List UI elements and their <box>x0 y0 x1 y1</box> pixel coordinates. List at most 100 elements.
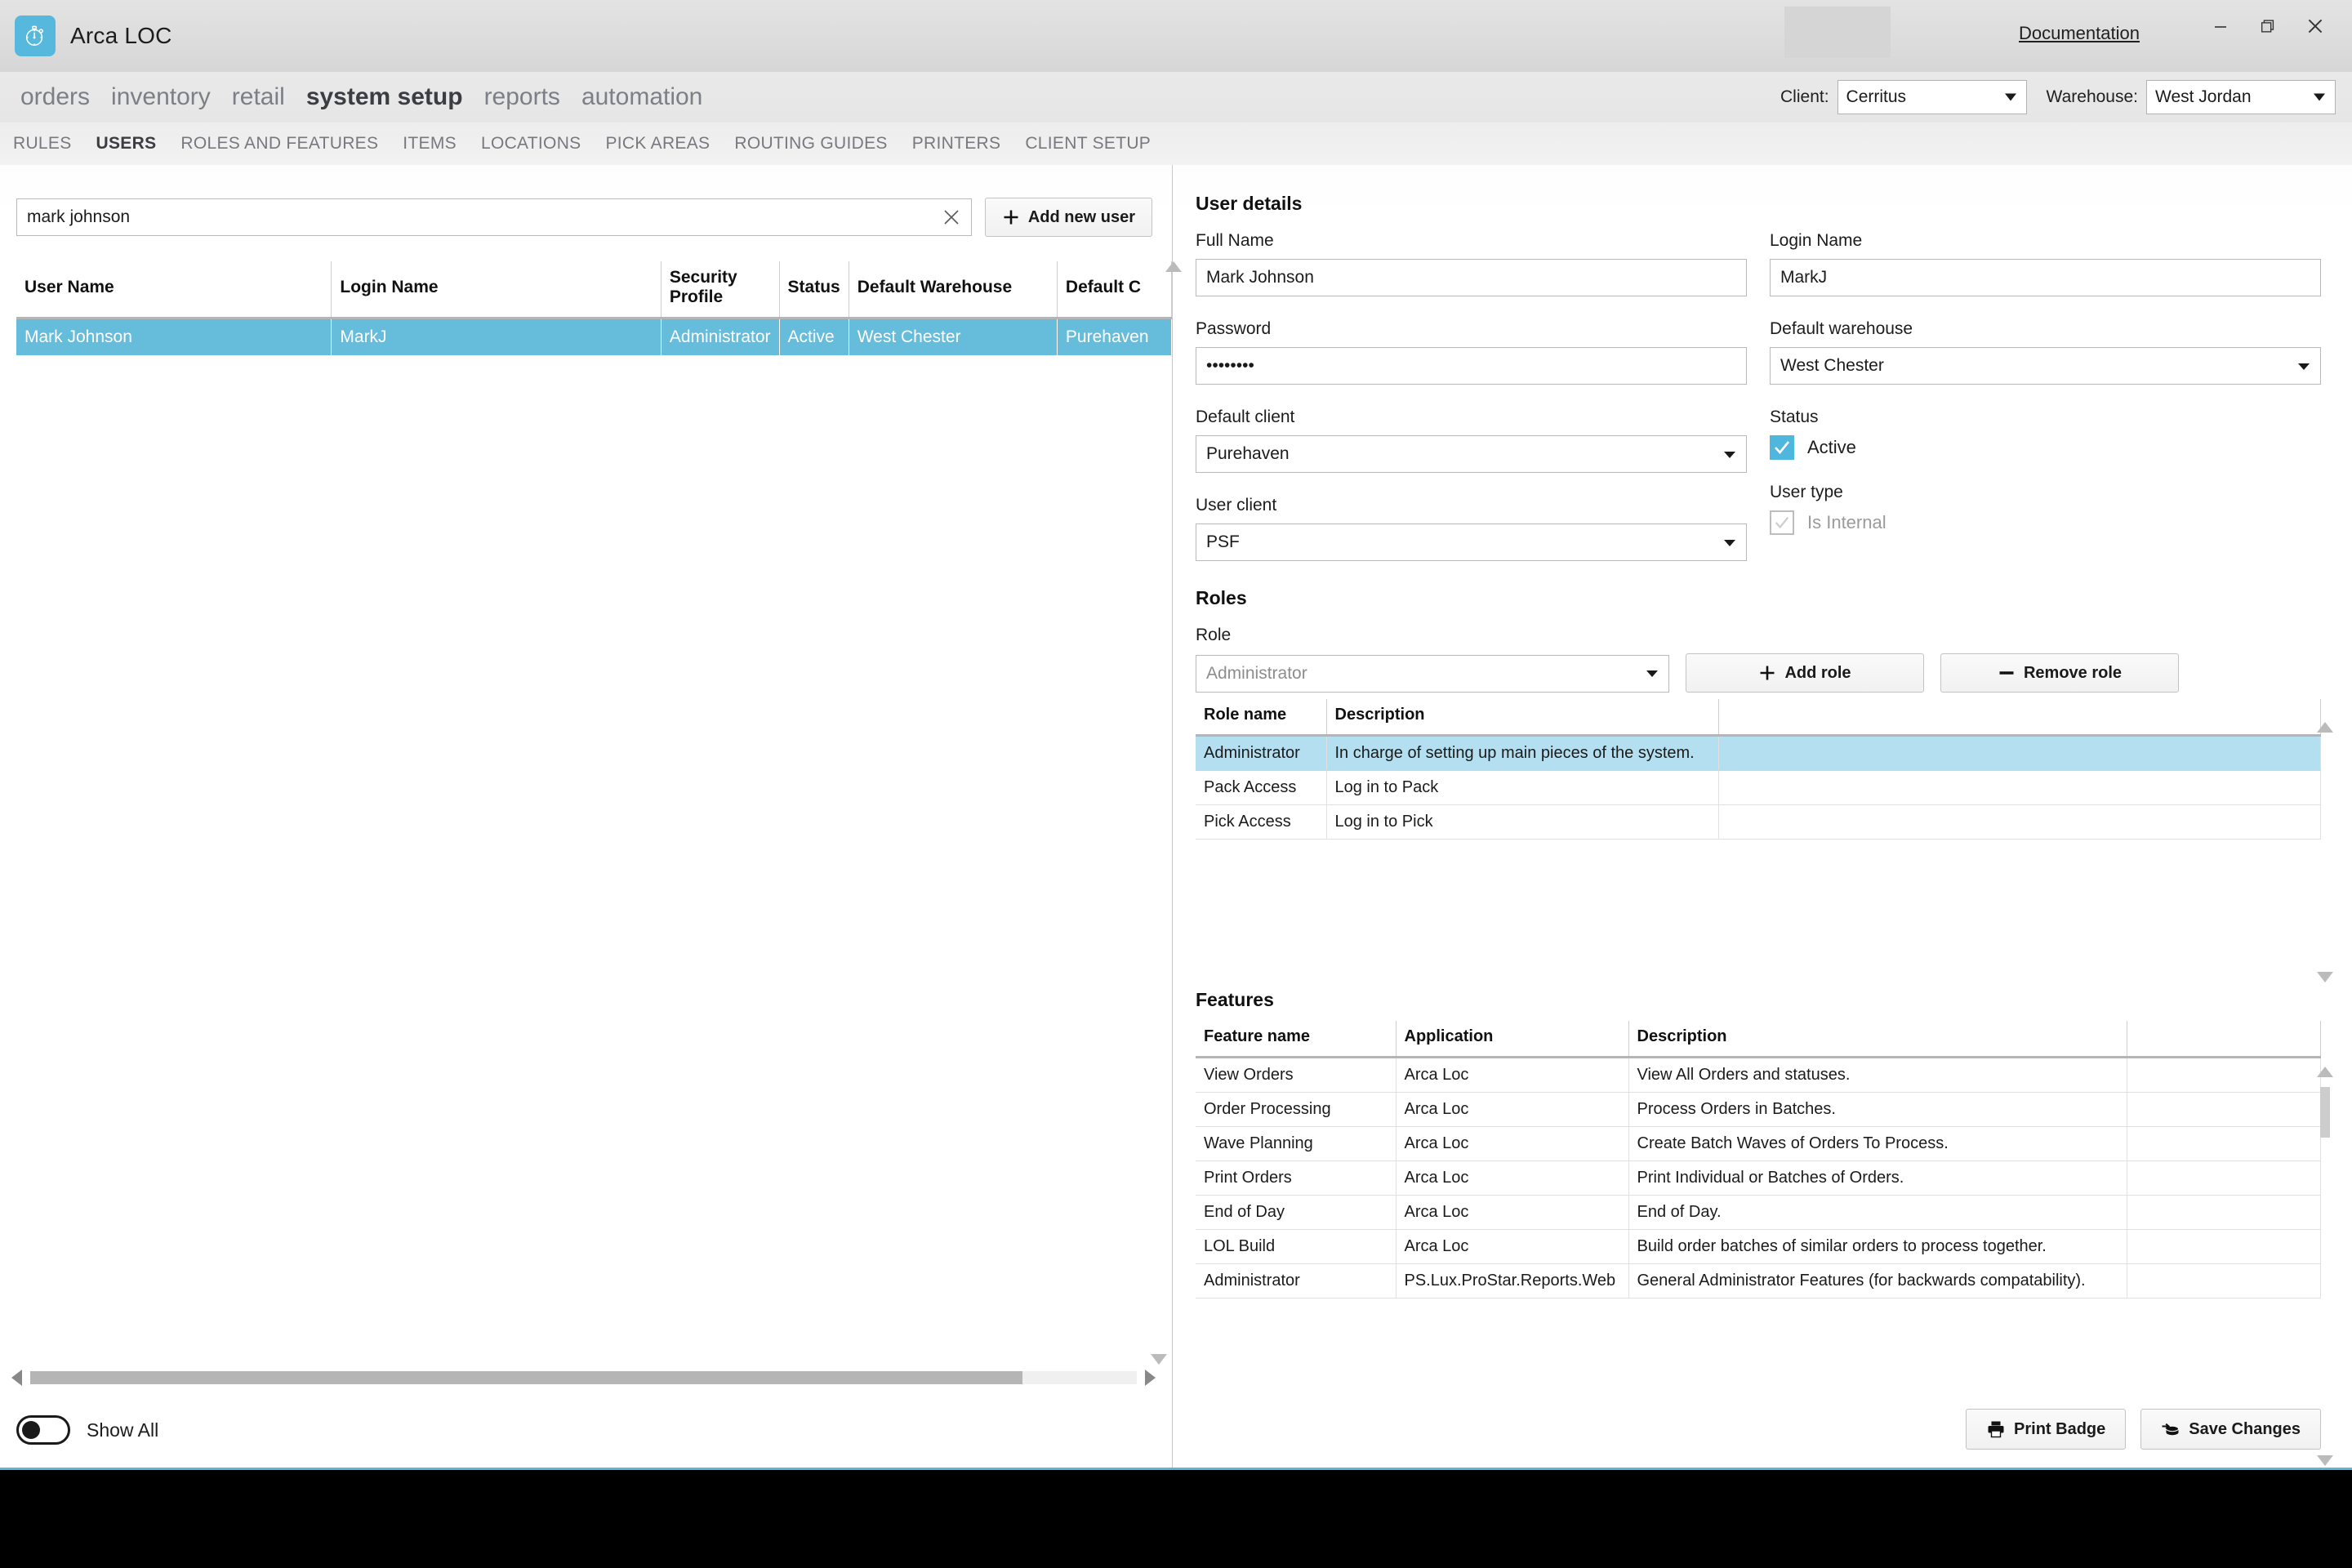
login-name-input[interactable]: MarkJ <box>1770 259 2321 296</box>
subnav-item-roles-and-features[interactable]: ROLES AND FEATURES <box>180 134 378 154</box>
search-wrapper <box>16 198 972 236</box>
close-icon[interactable] <box>942 208 960 226</box>
cell-blank <box>2127 1092 2321 1127</box>
column-header-status[interactable]: Status <box>779 261 849 319</box>
subnav-item-client-setup[interactable]: CLIENT SETUP <box>1025 134 1151 154</box>
status-checkbox-row[interactable]: Active <box>1770 435 2321 460</box>
column-header-security-profile[interactable]: Security Profile <box>661 261 780 319</box>
user-table: User Name Login Name Security Profile St… <box>16 261 1173 355</box>
show-all-row: Show All <box>16 1415 158 1445</box>
chevron-down-icon[interactable] <box>2317 1455 2333 1466</box>
column-header-description[interactable]: Description <box>1326 699 1719 737</box>
table-row[interactable]: LOL Build Arca Loc Build order batches o… <box>1196 1229 2321 1264</box>
page-body: Add new user User Name Login Name Securi… <box>0 165 2352 1468</box>
user-client-select[interactable]: PSF <box>1196 523 1747 561</box>
cell-role-name: Pack Access <box>1196 770 1327 805</box>
nav-item-automation[interactable]: automation <box>581 83 702 111</box>
user-table-scroll-down[interactable] <box>1151 1354 1167 1365</box>
column-header-user-name[interactable]: User Name <box>16 261 332 319</box>
table-header-row: User Name Login Name Security Profile St… <box>16 261 1173 319</box>
user-type-label: User type <box>1770 483 1843 501</box>
scrollbar-thumb[interactable] <box>30 1371 1022 1384</box>
table-row[interactable]: View Orders Arca Loc View All Orders and… <box>1196 1057 2321 1093</box>
nav-item-reports[interactable]: reports <box>484 83 560 111</box>
role-select-block: Role Administrator Add role Remove role <box>1196 626 2321 699</box>
table-row[interactable]: Pack Access Log in to Pack <box>1196 770 2321 805</box>
table-row[interactable]: Administrator In charge of setting up ma… <box>1196 735 2321 771</box>
column-header-application[interactable]: Application <box>1396 1021 1629 1058</box>
checkbox-checked-icon[interactable] <box>1770 435 1794 460</box>
warehouse-select[interactable]: West Jordan <box>2146 80 2336 114</box>
column-header-description[interactable]: Description <box>1628 1021 2127 1058</box>
close-icon[interactable] <box>2292 7 2339 46</box>
show-all-toggle[interactable] <box>16 1415 70 1445</box>
cell-role-name: Pick Access <box>1196 804 1327 840</box>
column-header-login-name[interactable]: Login Name <box>331 261 662 319</box>
documentation-link[interactable]: Documentation <box>2019 23 2140 44</box>
nav-item-orders[interactable]: orders <box>20 83 90 111</box>
password-input[interactable]: •••••••• <box>1196 347 1747 385</box>
table-row[interactable]: Pick Access Log in to Pick <box>1196 804 2321 840</box>
default-warehouse-select[interactable]: West Chester <box>1770 347 2321 385</box>
cell-blank <box>2127 1195 2321 1230</box>
column-header-blank[interactable] <box>2127 1021 2321 1058</box>
add-role-button[interactable]: Add role <box>1686 653 1924 693</box>
chevron-left-icon[interactable] <box>11 1370 22 1386</box>
column-header-default-client[interactable]: Default C <box>1057 261 1173 319</box>
features-table: Feature name Application Description Vie… <box>1196 1021 2321 1298</box>
chevron-up-icon[interactable] <box>2317 1067 2333 1077</box>
role-label: Role <box>1196 626 1232 644</box>
save-changes-button[interactable]: Save Changes <box>2140 1409 2321 1450</box>
chevron-up-icon[interactable] <box>2317 722 2333 733</box>
column-header-default-warehouse[interactable]: Default Warehouse <box>849 261 1058 319</box>
default-client-select[interactable]: Purehaven <box>1196 435 1747 473</box>
role-select[interactable]: Administrator <box>1196 655 1669 693</box>
subnav-item-pick-areas[interactable]: PICK AREAS <box>605 134 710 154</box>
features-scrollbar[interactable] <box>2316 1067 2334 1468</box>
nav-item-retail[interactable]: retail <box>232 83 285 111</box>
login-name-label: Login Name <box>1770 231 1863 250</box>
full-name-input[interactable]: Mark Johnson <box>1196 259 1747 296</box>
column-header-role-name[interactable]: Role name <box>1196 699 1327 737</box>
add-new-user-button[interactable]: Add new user <box>984 198 1152 237</box>
restore-icon[interactable] <box>2244 7 2292 46</box>
scrollbar-thumb[interactable] <box>2320 1087 2330 1138</box>
subnav-item-printers[interactable]: PRINTERS <box>912 134 1001 154</box>
subnav-item-routing-guides[interactable]: ROUTING GUIDES <box>734 134 887 154</box>
table-row[interactable]: Print Orders Arca Loc Print Individual o… <box>1196 1160 2321 1196</box>
chevron-down-icon[interactable] <box>2317 972 2333 982</box>
role-select-wrapper: Administrator <box>1196 655 1669 693</box>
table-row[interactable]: Wave Planning Arca Loc Create Batch Wave… <box>1196 1126 2321 1161</box>
print-badge-button[interactable]: Print Badge <box>1966 1409 2127 1450</box>
subnav-item-rules[interactable]: RULES <box>13 134 72 154</box>
column-header-feature-name[interactable]: Feature name <box>1196 1021 1396 1058</box>
table-row[interactable]: Administrator PS.Lux.ProStar.Reports.Web… <box>1196 1263 2321 1298</box>
horizontal-scrollbar[interactable] <box>11 1370 1156 1386</box>
nav-item-inventory[interactable]: inventory <box>111 83 211 111</box>
chevron-down-icon <box>1724 540 1735 546</box>
nav-item-system-setup[interactable]: system setup <box>306 83 463 111</box>
user-type-field: User type Is Internal <box>1770 483 2321 535</box>
table-row[interactable]: Order Processing Arca Loc Process Orders… <box>1196 1092 2321 1127</box>
scrollbar-track[interactable] <box>30 1371 1137 1384</box>
status-field: Status Active <box>1770 408 2321 460</box>
table-row[interactable]: End of Day Arca Loc End of Day. <box>1196 1195 2321 1230</box>
cell-user-name: Mark Johnson <box>16 318 332 355</box>
cell-blank <box>2127 1057 2321 1093</box>
column-header-blank[interactable] <box>1718 699 2321 737</box>
cell-description: Log in to Pack <box>1326 770 1719 805</box>
roles-scrollbar[interactable] <box>2316 722 2334 982</box>
remove-role-button[interactable]: Remove role <box>1940 653 2179 693</box>
cell-feature-name: Order Processing <box>1196 1092 1396 1127</box>
table-row[interactable]: Mark Johnson MarkJ Administrator Active … <box>16 318 1173 355</box>
full-name-label: Full Name <box>1196 231 1274 250</box>
chevron-right-icon[interactable] <box>1145 1370 1156 1386</box>
minimize-icon[interactable] <box>2197 7 2244 46</box>
subnav-item-items[interactable]: ITEMS <box>403 134 457 154</box>
subnav-item-locations[interactable]: LOCATIONS <box>481 134 581 154</box>
client-select[interactable]: Cerritus <box>1837 80 2027 114</box>
search-input[interactable] <box>16 198 972 236</box>
cell-application: Arca Loc <box>1396 1229 1629 1264</box>
cell-description: Log in to Pick <box>1326 804 1719 840</box>
subnav-item-users[interactable]: USERS <box>96 134 157 154</box>
